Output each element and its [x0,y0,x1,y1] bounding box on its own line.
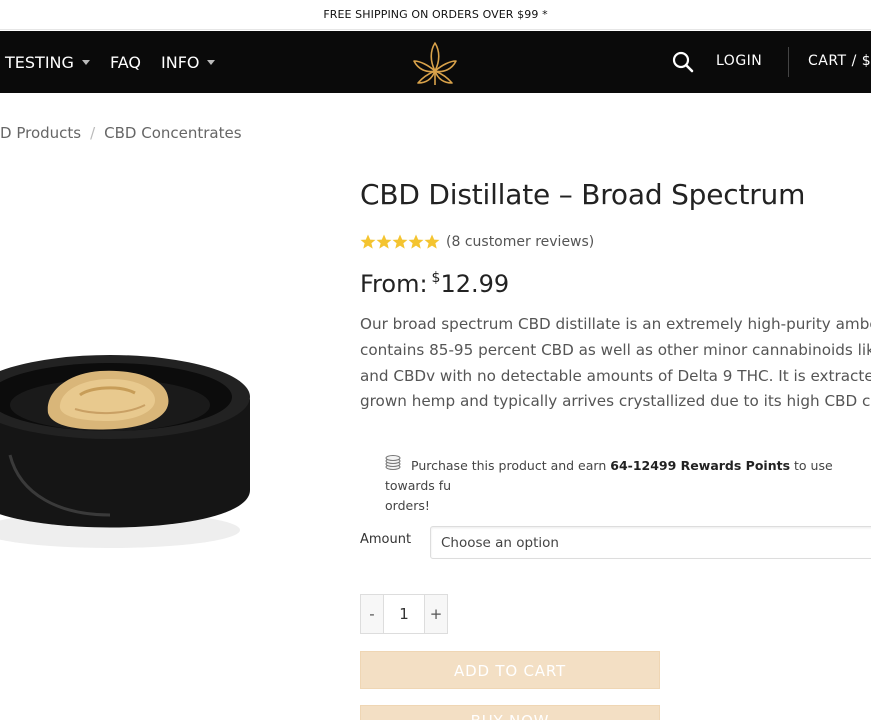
chevron-down-icon [207,60,216,65]
quantity-plus-button[interactable]: + [424,594,448,634]
product-image[interactable] [0,305,270,565]
nav-label-testing: TESTING [5,53,74,72]
breadcrumb-item[interactable]: CBD Concentrates [104,124,241,142]
nav-item-info[interactable]: INFO [161,53,216,72]
product-title: CBD Distillate – Broad Spectrum [360,178,806,211]
cart-link[interactable]: CART / $ [808,53,871,69]
description-line: contains 85-95 percent CBD as well as ot… [360,340,871,359]
reviews-link[interactable]: 8 customer reviews [451,234,588,250]
nav-item-faq[interactable]: FAQ [110,53,141,72]
product-price: From: $12.99 [360,270,509,298]
quantity-input[interactable]: 1 [384,594,424,634]
cannabis-leaf-logo[interactable] [410,37,460,87]
price-prefix: From: [360,270,428,298]
breadcrumb-separator: / [90,124,96,142]
nav-label-info: INFO [161,53,200,72]
amount-label: Amount [360,532,412,547]
star-rating-icon [360,234,440,249]
search-icon[interactable] [672,51,694,73]
reviews-close-paren: ) [588,234,595,250]
rewards-line2: orders! [385,498,430,513]
nav-label-faq: FAQ [110,53,141,72]
add-to-cart-button[interactable]: ADD TO CART [360,651,660,689]
chevron-down-icon [81,60,90,65]
rewards-points: 64-12499 Rewards Points [610,458,791,473]
quantity-minus-button[interactable]: - [360,594,384,634]
description-line: Our broad spectrum CBD distillate is an … [360,315,871,333]
announcement-bar: FREE SHIPPING ON ORDERS OVER $99 * [0,0,871,30]
product-rating: (8 customer reviews) [360,234,594,250]
site-header: TESTING FAQ INFO LOGIN CART / $ [0,31,871,93]
rewards-message: Purchase this product and earn 64-12499 … [385,456,871,516]
breadcrumb: D Products / CBD Concentrates [0,124,242,142]
description-line: and CBDv with no detectable amounts of D… [360,366,871,385]
login-link[interactable]: LOGIN [716,53,762,69]
price-amount: 12.99 [440,270,510,298]
buy-now-button[interactable]: BUY NOW [360,705,660,720]
rewards-prefix: Purchase this product and earn [411,458,607,473]
product-description: Our broad spectrum CBD distillate is an … [360,312,871,415]
breadcrumb-item[interactable]: D Products [0,124,81,142]
description-line: grown hemp and typically arrives crystal… [360,392,871,411]
announcement-text: FREE SHIPPING ON ORDERS OVER $99 * [323,8,548,21]
nav-item-testing[interactable]: TESTING [5,53,90,72]
price-currency: $ [431,270,441,286]
quantity-stepper: - 1 + [360,594,448,634]
amount-select[interactable]: Choose an option [430,526,871,559]
header-divider [788,47,789,77]
